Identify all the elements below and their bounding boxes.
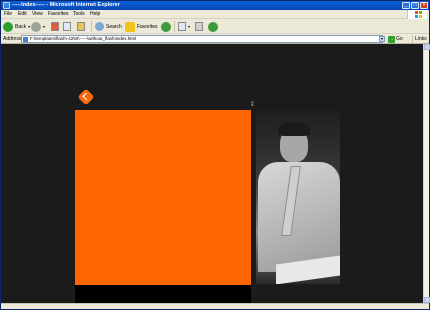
chevron-down-icon: ▾: [188, 24, 191, 29]
go-label: Go: [396, 36, 403, 42]
search-label: Search: [106, 23, 122, 30]
menu-file[interactable]: File: [4, 10, 12, 19]
forward-button[interactable]: ▾: [31, 21, 45, 32]
forward-arrow-icon: [31, 21, 41, 32]
maximize-button[interactable]: □: [411, 2, 419, 9]
refresh-icon: [63, 22, 71, 31]
messenger-icon: [208, 21, 218, 32]
orange-content-panel: [75, 110, 251, 285]
title-bar: -----Index----- - Microsoft Internet Exp…: [1, 1, 429, 10]
minimize-button[interactable]: _: [402, 2, 410, 9]
businessman-photo: [256, 110, 340, 284]
standard-toolbar: Back ▾ ▾ Search Favorites ▾: [1, 19, 429, 34]
favorites-label: Favorites: [137, 23, 158, 30]
vertical-scrollbar[interactable]: [423, 44, 430, 303]
page-icon: [23, 37, 28, 42]
stop-icon: [51, 22, 59, 31]
links-button[interactable]: Links: [412, 35, 429, 43]
history-button[interactable]: [161, 21, 171, 32]
print-button[interactable]: [195, 21, 203, 32]
ie-icon: [3, 2, 10, 9]
refresh-button[interactable]: [63, 21, 71, 32]
go-arrow-icon: →: [388, 35, 395, 43]
address-label: Address: [3, 36, 22, 42]
menu-edit[interactable]: Edit: [18, 10, 27, 19]
search-button[interactable]: Search: [95, 21, 122, 32]
go-button[interactable]: → Go: [388, 35, 403, 43]
menu-favorites[interactable]: Favorites: [48, 10, 69, 19]
window-controls: _ □ ×: [402, 2, 428, 9]
menu-tools[interactable]: Tools: [73, 10, 85, 19]
browser-window: -----Index----- - Microsoft Internet Exp…: [0, 0, 430, 310]
toolbar-separator: [174, 21, 175, 32]
page-content: ⁑: [1, 44, 423, 307]
status-bar: [1, 303, 429, 309]
window-title: -----Index----- - Microsoft Internet Exp…: [12, 2, 120, 8]
search-icon: [95, 22, 104, 31]
history-icon: [161, 21, 171, 32]
chevron-down-icon: ▾: [28, 24, 31, 29]
back-button[interactable]: Back ▾: [3, 21, 30, 32]
chevron-down-icon: ▾: [43, 24, 46, 29]
scroll-up-button[interactable]: [424, 44, 430, 50]
photo-hair: [278, 122, 310, 136]
menu-view[interactable]: View: [32, 10, 43, 19]
print-icon: [195, 22, 203, 31]
toolbar-separator: [91, 21, 92, 32]
decorative-mark: ⁑: [251, 102, 254, 108]
address-bar: Address F:\templates\flash\-4250\-----\w…: [1, 34, 429, 44]
menu-bar: File Edit View Favorites Tools Help: [1, 10, 429, 19]
address-value: F:\templates\flash\-4250\-----\without_f…: [30, 36, 137, 41]
address-dropdown-icon[interactable]: ▾: [379, 36, 385, 42]
stop-button[interactable]: [51, 21, 59, 32]
home-icon: [77, 22, 85, 31]
windows-logo-icon: [407, 10, 427, 19]
mail-button[interactable]: ▾: [178, 21, 190, 32]
site-logo-icon[interactable]: [77, 88, 95, 106]
favorites-button[interactable]: Favorites: [125, 21, 158, 32]
back-label: Back: [15, 23, 27, 30]
back-arrow-icon: [3, 21, 13, 32]
mail-icon: [178, 22, 186, 31]
messenger-button[interactable]: [208, 21, 218, 32]
home-button[interactable]: [77, 21, 85, 32]
star-icon: [125, 21, 135, 32]
menu-help[interactable]: Help: [90, 10, 100, 19]
address-input[interactable]: F:\templates\flash\-4250\-----\without_f…: [21, 35, 383, 43]
close-button[interactable]: ×: [420, 2, 428, 9]
